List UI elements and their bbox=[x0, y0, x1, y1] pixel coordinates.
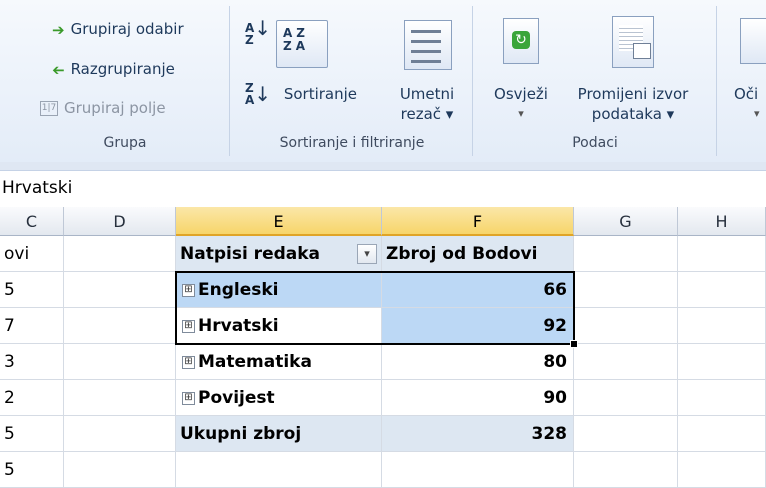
cell-h[interactable] bbox=[678, 272, 766, 308]
cell-d[interactable] bbox=[64, 308, 176, 344]
group-label-grupa: Grupa bbox=[103, 135, 147, 151]
sort-dialog-button[interactable]: AZ ZA bbox=[276, 20, 328, 68]
arrow-left-icon: ➔ bbox=[52, 60, 65, 79]
pivot-row-value[interactable]: 80 bbox=[382, 344, 574, 380]
cell-h[interactable] bbox=[678, 344, 766, 380]
sort-button[interactable]: Z A↓ Sortiranje bbox=[245, 82, 357, 106]
cell-d[interactable] bbox=[64, 344, 176, 380]
group-selection-button[interactable]: ➔ Grupiraj odabir bbox=[52, 20, 184, 39]
pivot-row-label-active[interactable]: ⊞ Hrvatski bbox=[176, 308, 382, 344]
cell-h[interactable] bbox=[678, 452, 766, 488]
expand-icon[interactable]: ⊞ bbox=[182, 391, 195, 405]
pivot-row-label[interactable]: ⊞ Povijest bbox=[176, 380, 382, 416]
group-label-sort: Sortiranje i filtriranje bbox=[279, 135, 425, 151]
cell-c-fragment[interactable]: 3 bbox=[0, 344, 64, 380]
group-separator bbox=[229, 6, 230, 156]
cell-h[interactable] bbox=[678, 380, 766, 416]
column-header-f[interactable]: F bbox=[382, 207, 574, 236]
pivot-row-label[interactable]: ⊞ Matematika bbox=[176, 344, 382, 380]
cell-c-fragment[interactable]: 5 bbox=[0, 272, 64, 308]
sort-az-icon: AZ bbox=[245, 21, 255, 47]
expand-icon[interactable]: ⊞ bbox=[182, 283, 195, 297]
column-header-e[interactable]: E bbox=[176, 207, 382, 236]
slicer-icon[interactable] bbox=[404, 20, 452, 70]
group-label-data: Podaci bbox=[572, 135, 618, 151]
cell-c-fragment[interactable]: 2 bbox=[0, 380, 64, 416]
cell-h[interactable] bbox=[678, 236, 766, 272]
cell-d[interactable] bbox=[64, 452, 176, 488]
sort-ascending-button[interactable]: A Z↓ bbox=[245, 18, 271, 47]
cell-d[interactable] bbox=[64, 380, 176, 416]
cell-g[interactable] bbox=[574, 344, 678, 380]
column-header-c[interactable]: C bbox=[0, 207, 64, 236]
pivot-row-value[interactable]: 90 bbox=[382, 380, 574, 416]
cell-f[interactable] bbox=[382, 452, 574, 488]
clear-button[interactable]: Oči ▾ bbox=[734, 84, 760, 124]
pivot-row-value[interactable]: 92 bbox=[382, 308, 574, 344]
cell-g[interactable] bbox=[574, 416, 678, 452]
arrow-right-icon: ➔ bbox=[52, 20, 65, 39]
cell-h[interactable] bbox=[678, 308, 766, 344]
expand-icon[interactable]: ⊞ bbox=[182, 355, 195, 369]
pivot-header-rows[interactable]: Natpisi redaka ▾ bbox=[176, 236, 382, 272]
change-source-icon[interactable] bbox=[612, 16, 654, 68]
cell-c-fragment[interactable]: ovi bbox=[0, 236, 64, 272]
formula-bar-value[interactable]: Hrvatski bbox=[0, 171, 766, 205]
cell-d[interactable] bbox=[64, 416, 176, 452]
cell-c-fragment[interactable]: 7 bbox=[0, 308, 64, 344]
pivot-row-value[interactable]: 66 bbox=[382, 272, 574, 308]
clear-icon[interactable] bbox=[740, 18, 766, 64]
ribbon-bottom-edge bbox=[0, 162, 766, 171]
cell-c-fragment[interactable]: 5 bbox=[0, 416, 64, 452]
pivot-total-value[interactable]: 328 bbox=[382, 416, 574, 452]
ribbon: ➔ Grupiraj odabir ➔ Razgrupiranje 1|7 Grupi… bbox=[0, 0, 766, 163]
fill-handle[interactable] bbox=[570, 340, 578, 348]
column-header-h[interactable]: H bbox=[678, 207, 766, 236]
cell-g[interactable] bbox=[574, 452, 678, 488]
refresh-icon[interactable]: ↻ bbox=[503, 18, 539, 64]
cell-g[interactable] bbox=[574, 236, 678, 272]
group-separator bbox=[716, 6, 717, 156]
column-header-g[interactable]: G bbox=[574, 207, 678, 236]
refresh-button[interactable]: Osvježi ▾ bbox=[490, 84, 552, 124]
cell-g[interactable] bbox=[574, 308, 678, 344]
cell-d[interactable] bbox=[64, 236, 176, 272]
cell-h[interactable] bbox=[678, 416, 766, 452]
cell-g[interactable] bbox=[574, 272, 678, 308]
sort-za-icon: ZA bbox=[245, 81, 255, 107]
cell-c-fragment[interactable]: 5 bbox=[0, 452, 64, 488]
ungroup-button[interactable]: ➔ Razgrupiranje bbox=[52, 60, 175, 79]
cell-e[interactable] bbox=[176, 452, 382, 488]
pivot-total-label[interactable]: Ukupni zbroj bbox=[176, 416, 382, 452]
filter-dropdown-button[interactable]: ▾ bbox=[357, 244, 377, 264]
column-header-d[interactable]: D bbox=[64, 207, 176, 236]
change-source-button[interactable]: Promijeni izvor podataka ▾ bbox=[563, 84, 703, 124]
pivot-header-values[interactable]: Zbroj od Bodovi bbox=[382, 236, 574, 272]
group-field-icon: 1|7 bbox=[40, 101, 58, 116]
group-separator bbox=[472, 6, 473, 156]
cell-g[interactable] bbox=[574, 380, 678, 416]
sort-az-grid-icon: AZ ZA bbox=[283, 26, 309, 53]
pivot-row-label[interactable]: ⊞ Engleski bbox=[176, 272, 382, 308]
expand-icon[interactable]: ⊞ bbox=[182, 319, 195, 333]
group-field-button[interactable]: 1|7 Grupiraj polje bbox=[40, 99, 166, 117]
insert-slicer-button[interactable]: Umetni rezač ▾ bbox=[398, 84, 456, 124]
cell-d[interactable] bbox=[64, 272, 176, 308]
